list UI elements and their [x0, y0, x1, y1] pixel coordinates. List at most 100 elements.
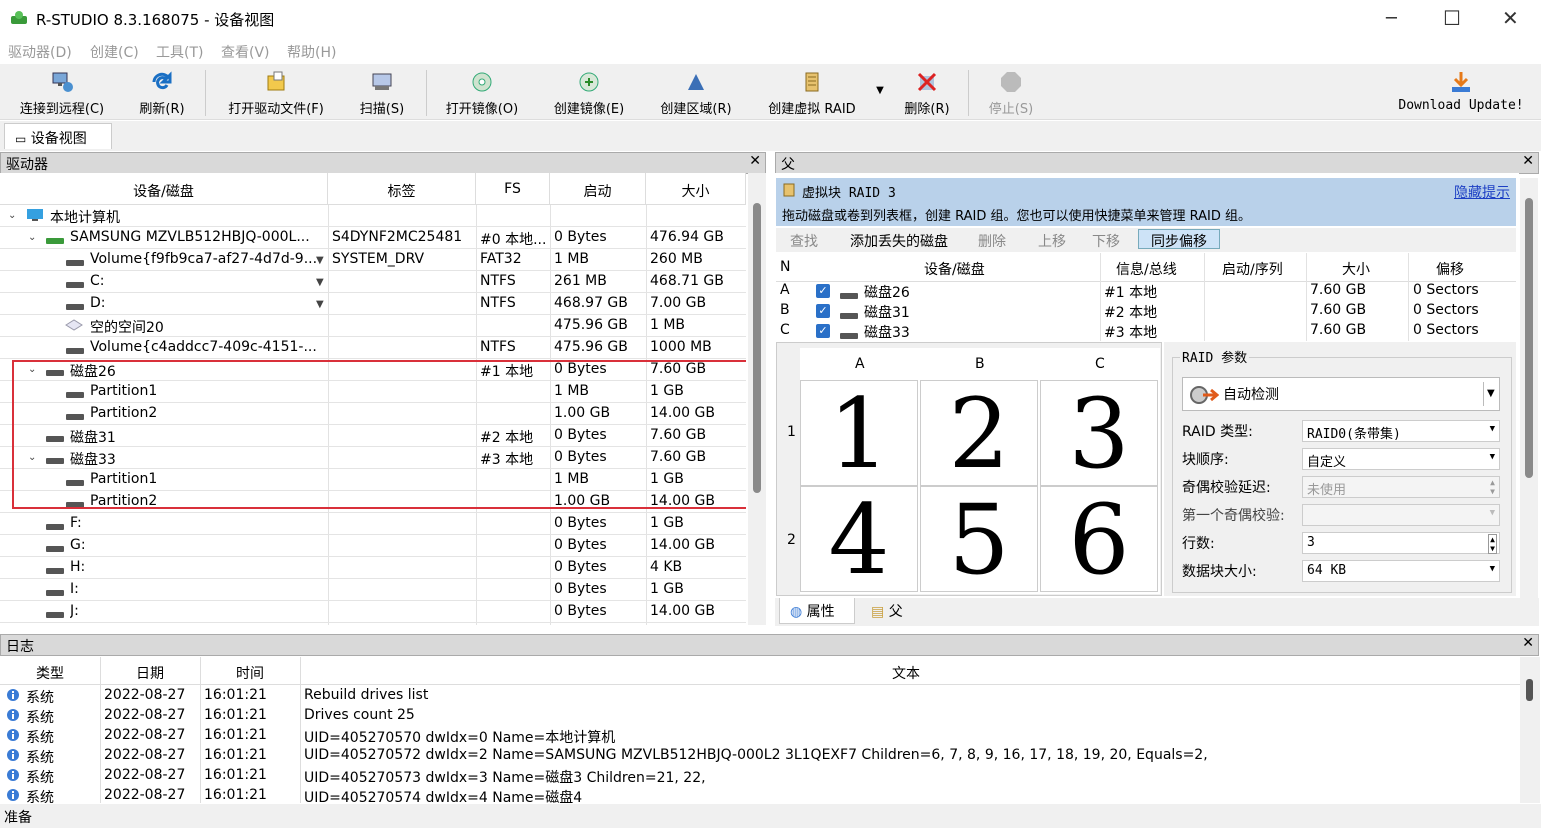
col-header-info[interactable]: 信息/总线 [1116, 259, 1177, 279]
member-checkbox[interactable]: ✓ [816, 324, 830, 338]
hide-hint-link[interactable]: 隐藏提示 [1454, 182, 1510, 202]
chevron-down-icon[interactable]: ⌄ [8, 210, 16, 221]
tree-row-drive[interactable]: F: 0 Bytes 1 GB [0, 513, 746, 535]
move-down-button[interactable]: 下移 [1092, 231, 1120, 251]
col-header-start[interactable]: 启动 [550, 173, 646, 205]
col-header-device[interactable]: 设备/磁盘 [924, 259, 985, 279]
device-fs: FAT32 [480, 251, 522, 267]
block-order-select[interactable]: 自定义 ▼ [1302, 448, 1500, 470]
raid-member-row[interactable]: C ✓ 磁盘33 #3 本地 7.60 GB 0 Sectors [776, 322, 1516, 342]
raid-member-row[interactable]: A ✓ 磁盘26 #1 本地 7.60 GB 0 Sectors [776, 282, 1516, 302]
tab-device-view[interactable]: ▭ 设备视图 [4, 123, 112, 149]
scrollbar-thumb[interactable] [1525, 198, 1533, 478]
raid-type-select[interactable]: RAID0(条带集) ▼ [1302, 420, 1500, 442]
tree-row-d[interactable]: D: ▼ NTFS 468.97 GB 7.00 GB [0, 293, 746, 315]
close-log-panel-icon[interactable]: ✕ [1522, 635, 1534, 651]
create-image-button[interactable]: 创建镜像(E) [544, 70, 634, 118]
log-date: 2022-08-27 [104, 787, 186, 803]
sync-offset-button[interactable]: 同步偏移 [1138, 229, 1220, 250]
delete-button[interactable]: 删除(R) [898, 70, 956, 118]
col-header-time[interactable]: 时间 [236, 663, 264, 683]
raid-grid-cell[interactable]: 4 [800, 486, 918, 593]
drives-scrollbar[interactable] [748, 173, 766, 625]
tree-row-local-computer[interactable]: ⌄ 本地计算机 [0, 205, 746, 227]
col-header-type[interactable]: 类型 [36, 663, 64, 683]
dropdown-arrow-icon[interactable]: ▼ [316, 299, 324, 310]
create-virtual-raid-button[interactable]: 创建虚拟 RAID [758, 70, 866, 118]
col-header-offset[interactable]: 偏移 [1436, 259, 1464, 279]
close-drives-panel-icon[interactable]: ✕ [749, 153, 761, 169]
tree-row-volume[interactable]: Volume{f9fb9ca7-af27-4d7d-9... ▼ SYSTEM_… [0, 249, 746, 271]
menu-view[interactable]: 查看(V) [221, 42, 270, 62]
drives-panel-header: 驱动器 ✕ [0, 152, 766, 174]
create-region-button[interactable]: 创建虚拟 RAID 创建区域(R) [650, 70, 742, 118]
chevron-down-icon[interactable]: ⌄ [28, 232, 36, 243]
col-header-date[interactable]: 日期 [136, 663, 164, 683]
raid-icon [805, 72, 819, 92]
scrollbar-thumb[interactable] [753, 203, 761, 493]
maximize-icon[interactable]: ☐ [1443, 6, 1461, 30]
tree-row-drive[interactable]: G: 0 Bytes 14.00 GB [0, 535, 746, 557]
raid-grid-cell[interactable]: 1 [800, 380, 918, 487]
scrollbar-thumb[interactable] [1526, 679, 1533, 701]
scan-button[interactable]: 扫描(S) [352, 70, 412, 118]
rows-stepper[interactable]: 3 ▲ ▼ [1302, 532, 1500, 554]
parent-scrollbar[interactable] [1520, 178, 1538, 598]
first-parity-select[interactable]: ▼ [1302, 504, 1500, 526]
add-missing-disk-button[interactable]: 添加丢失的磁盘 [850, 231, 948, 251]
raid-member-row[interactable]: B ✓ 磁盘31 #2 本地 7.60 GB 0 Sectors [776, 302, 1516, 322]
parity-delay-stepper[interactable]: 未使用 ▲ ▼ [1302, 476, 1500, 498]
menu-tools[interactable]: 工具(T) [156, 42, 203, 62]
log-scrollbar[interactable] [1520, 657, 1540, 803]
dropdown-arrow-icon[interactable]: ▼ [316, 255, 324, 266]
open-image-button[interactable]: 打开镜像(O) [438, 70, 526, 118]
col-header-sequence[interactable]: 启动/序列 [1222, 259, 1283, 279]
raid-grid-cell[interactable]: 2 [920, 380, 1038, 487]
close-icon[interactable]: ✕ [1502, 6, 1519, 30]
tab-parent[interactable]: ▤ 父 [861, 598, 927, 624]
member-checkbox[interactable]: ✓ [816, 304, 830, 318]
col-header-size[interactable]: 大小 [1342, 259, 1370, 279]
dropdown-arrow-icon[interactable]: ▼ [316, 277, 324, 288]
grid-col-label: A [855, 356, 865, 372]
disk-icon [46, 563, 68, 579]
col-header-label[interactable]: 标签 [328, 173, 476, 205]
col-header-text[interactable]: 文本 [892, 663, 920, 683]
minimize-icon[interactable]: ─ [1386, 8, 1397, 29]
chevron-down-icon[interactable]: ▼ [1483, 382, 1497, 406]
tree-row-c[interactable]: C: ▼ NTFS 261 MB 468.71 GB [0, 271, 746, 293]
col-header-device[interactable]: 设备/磁盘 [0, 173, 328, 205]
col-header-size[interactable]: 大小 [646, 173, 746, 205]
device-start: 1 MB [554, 251, 590, 267]
menu-drives[interactable]: 驱动器(D) [8, 42, 72, 62]
stop-button[interactable]: 停止(S) [982, 70, 1040, 118]
col-header-n[interactable]: N [780, 259, 790, 275]
open-drive-file-button[interactable]: 打开驱动文件(F) [218, 70, 334, 118]
block-size-select[interactable]: 64 KB ▼ [1302, 560, 1500, 582]
raid-grid-cell[interactable]: 5 [920, 486, 1038, 593]
log-text: Rebuild drives list [304, 687, 429, 703]
refresh-button[interactable]: 刷新(R) [132, 70, 192, 118]
download-update-button[interactable]: Download Update! [1396, 70, 1526, 118]
raid-block-icon [782, 183, 796, 201]
tree-row-empty-space[interactable]: 空的空间20 475.96 GB 1 MB [0, 315, 746, 337]
tree-row-volume[interactable]: Volume{c4addcc7-409c-4151-... NTFS 475.9… [0, 337, 746, 359]
tree-row-samsung[interactable]: ⌄ SAMSUNG MZVLB512HBJQ-000L... S4DYNF2MC… [0, 227, 746, 249]
auto-detect-dropdown[interactable]: 自动检测 ▼ [1182, 377, 1500, 411]
close-parent-panel-icon[interactable]: ✕ [1522, 153, 1534, 169]
raid-grid-cell[interactable]: 6 [1040, 486, 1158, 593]
raid-grid-cell[interactable]: 3 [1040, 380, 1158, 487]
menu-help[interactable]: 帮助(H) [287, 42, 336, 62]
tab-properties[interactable]: ◍ 属性 [779, 598, 855, 624]
tree-row-drive[interactable]: H: 0 Bytes 4 KB [0, 557, 746, 579]
menu-create[interactable]: 创建(C) [90, 42, 139, 62]
status-text: 准备 [4, 810, 32, 826]
remove-button[interactable]: 删除 [978, 231, 1006, 251]
move-up-button[interactable]: 上移 [1038, 231, 1066, 251]
connect-remote-button[interactable]: 连接到远程(C) [12, 70, 112, 118]
col-header-fs[interactable]: FS [476, 173, 550, 205]
tree-row-drive[interactable]: J: 0 Bytes 14.00 GB [0, 601, 746, 623]
find-button[interactable]: 查找 [790, 231, 818, 251]
member-checkbox[interactable]: ✓ [816, 284, 830, 298]
tree-row-drive[interactable]: I: 0 Bytes 1 GB [0, 579, 746, 601]
